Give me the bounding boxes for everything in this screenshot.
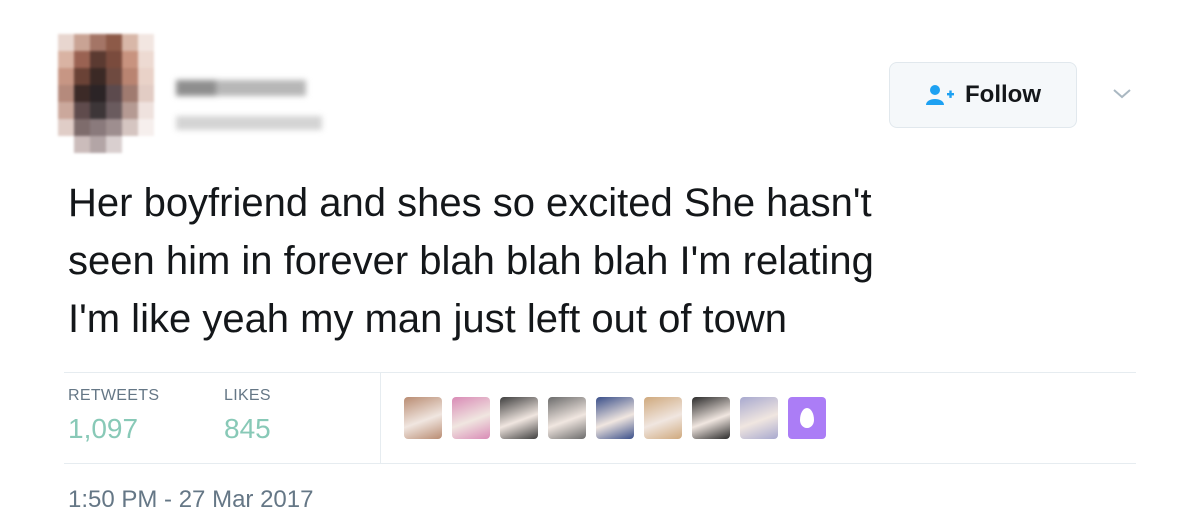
likes-stat[interactable]: LIKES 845 (224, 387, 271, 445)
tweet-stats: RETWEETS 1,097 LIKES 845 (64, 372, 1136, 464)
liker-avatar[interactable] (452, 397, 490, 439)
follow-button-label: Follow (965, 81, 1041, 108)
follow-user-icon (925, 84, 955, 106)
liker-avatar[interactable] (692, 397, 730, 439)
retweets-count: 1,097 (68, 413, 139, 444)
follow-button[interactable]: Follow (889, 62, 1077, 128)
redacted-user-name (170, 74, 322, 138)
chevron-down-icon[interactable] (1110, 86, 1134, 102)
tweet-timestamp[interactable]: 1:50 PM - 27 Mar 2017 (68, 486, 313, 514)
stats-divider (380, 373, 381, 463)
liker-avatars (404, 397, 826, 439)
liker-avatar[interactable] (740, 397, 778, 439)
liker-avatar[interactable] (500, 397, 538, 439)
egg-icon (800, 408, 814, 428)
retweets-stat[interactable]: RETWEETS 1,097 (68, 387, 159, 445)
more-likers-button[interactable] (788, 397, 826, 439)
tweet-text: Her boyfriend and shes so excited She ha… (68, 181, 874, 341)
likes-count: 845 (224, 413, 271, 444)
liker-avatar[interactable] (404, 397, 442, 439)
liker-avatar[interactable] (644, 397, 682, 439)
avatar[interactable] (58, 34, 154, 153)
liker-avatar[interactable] (548, 397, 586, 439)
likes-label: LIKES (224, 387, 271, 404)
retweets-label: RETWEETS (68, 387, 160, 404)
liker-avatar[interactable] (596, 397, 634, 439)
